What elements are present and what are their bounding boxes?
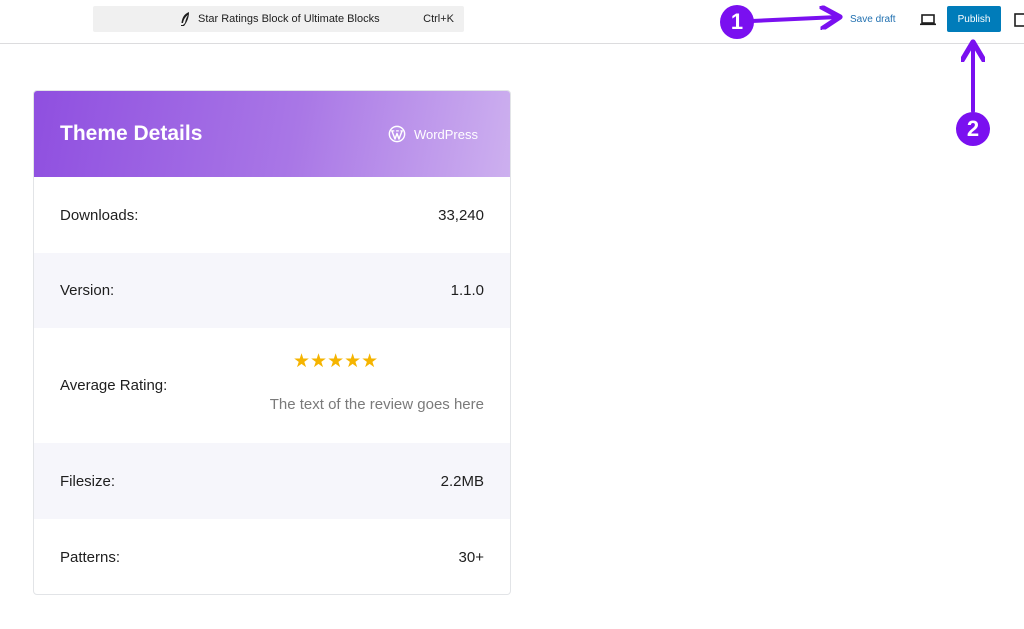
- preview-button[interactable]: [918, 11, 938, 29]
- top-toolbar: Star Ratings Block of Ultimate Blocks Ct…: [0, 0, 1024, 44]
- brand-name: WordPress: [413, 126, 478, 142]
- row-value: 30+: [458, 548, 484, 566]
- document-title: Star Ratings Block of Ultimate Blocks: [198, 13, 380, 25]
- row-value: 1.1.0: [450, 282, 484, 299]
- sidebar-toggle-icon: [1014, 13, 1024, 27]
- details-row-version: Version: 1.1.0: [34, 253, 510, 328]
- row-value: 33,240: [438, 206, 484, 224]
- details-row-average-rating: Average Rating: ★★★★★ The text of the re…: [34, 328, 510, 443]
- row-label: Downloads:: [60, 206, 139, 224]
- row-label: Average Rating:: [60, 377, 168, 394]
- settings-sidebar-button[interactable]: [1012, 11, 1024, 29]
- details-row-patterns: Patterns: 30+: [34, 519, 510, 594]
- publish-button[interactable]: Publish: [947, 6, 1001, 32]
- save-draft-button[interactable]: Save draft: [850, 14, 896, 25]
- card-title: Theme Details: [60, 122, 203, 145]
- command-shortcut: Ctrl+K: [423, 13, 454, 25]
- rating-block: ★★★★★ The text of the review goes here: [224, 328, 484, 443]
- details-row-filesize: Filesize: 2.2MB: [34, 443, 510, 519]
- laptop-icon: [920, 14, 936, 26]
- brand-label: WordPress: [388, 125, 478, 143]
- details-row-downloads: Downloads: 33,240: [34, 177, 510, 253]
- wordpress-icon: [388, 125, 406, 143]
- editor-page: Star Ratings Block of Ultimate Blocks Ct…: [0, 0, 1024, 629]
- row-label: Filesize:: [60, 472, 116, 490]
- star-rating: ★★★★★: [293, 351, 379, 372]
- quill-icon: [181, 12, 189, 26]
- row-label: Version:: [60, 282, 115, 299]
- step-badge-1: 1: [720, 5, 754, 39]
- card-header: Theme Details WordPress: [34, 91, 510, 177]
- theme-details-card: Theme Details WordPress Downloads: 33,24…: [33, 90, 511, 595]
- row-value: 2.2MB: [440, 472, 484, 490]
- row-label: Patterns:: [60, 548, 121, 566]
- step-badge-2: 2: [956, 112, 990, 146]
- review-text: The text of the review goes here: [269, 396, 484, 413]
- document-command-bar[interactable]: Star Ratings Block of Ultimate Blocks Ct…: [93, 6, 464, 32]
